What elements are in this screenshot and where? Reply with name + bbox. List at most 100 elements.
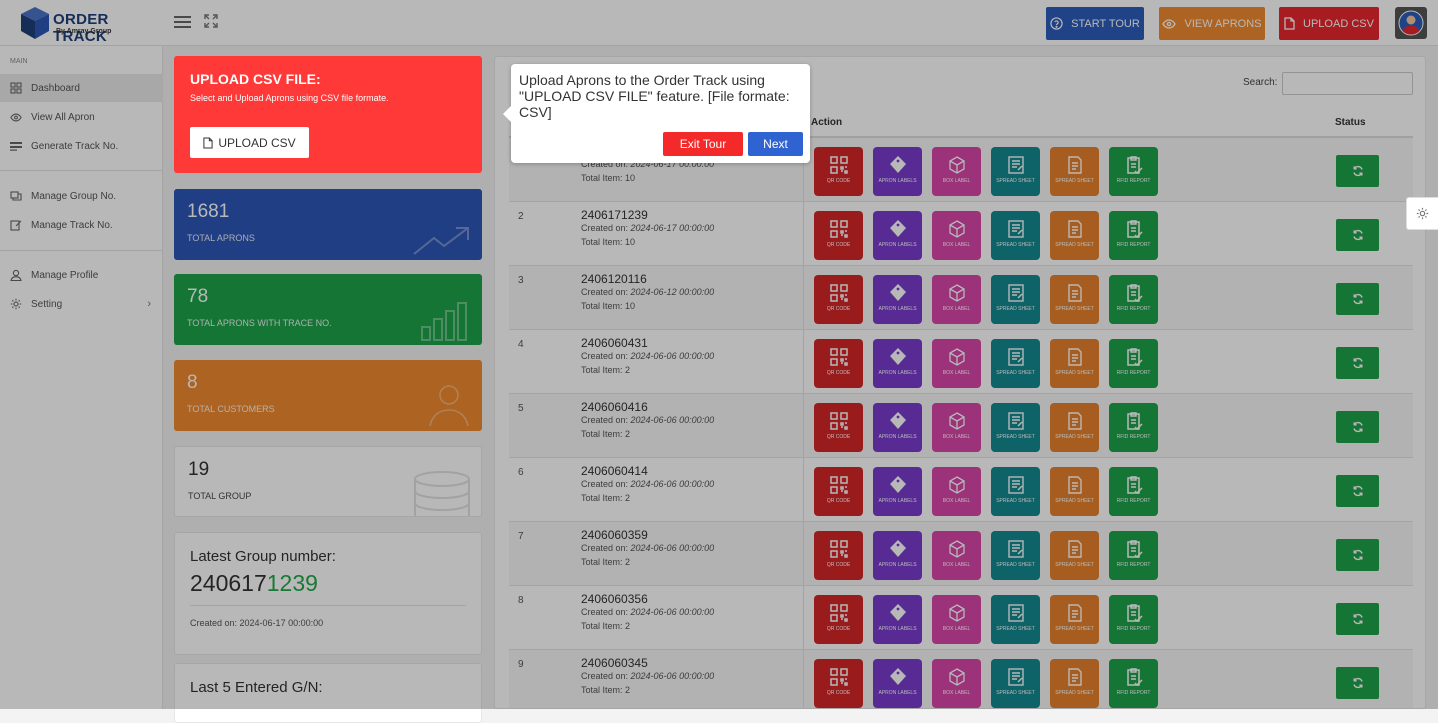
upload-card-button[interactable]: UPLOAD CSV xyxy=(190,127,309,158)
apron-labels-button[interactable]: APRON LABELS xyxy=(873,275,922,324)
box-label-button[interactable]: BOX LABEL xyxy=(932,659,981,708)
apron-labels-button[interactable]: APRON LABELS xyxy=(873,595,922,644)
spread-sheet-button[interactable]: SPREAD SHEET xyxy=(1050,147,1099,196)
user-avatar[interactable] xyxy=(1395,7,1427,39)
brand-logo[interactable]: ORDER TRACK By Amray Group xyxy=(20,6,150,45)
box-label-button[interactable]: BOX LABEL xyxy=(932,595,981,644)
status-refresh-button[interactable] xyxy=(1336,283,1379,315)
status-refresh-button[interactable] xyxy=(1336,155,1379,187)
created-prefix: Created on: xyxy=(581,671,631,681)
rfid-report-button[interactable]: RFID REPORT xyxy=(1109,275,1158,324)
exit-tour-button[interactable]: Exit Tour xyxy=(663,132,743,156)
sidebar-item-manage-track-no[interactable]: Manage Track No. xyxy=(0,211,163,239)
apron-labels-button[interactable]: APRON LABELS xyxy=(873,339,922,388)
qr-code-icon xyxy=(829,220,848,238)
box-label-button[interactable]: BOX LABEL xyxy=(932,147,981,196)
box-label-button[interactable]: BOX LABEL xyxy=(932,403,981,452)
fullscreen-icon[interactable] xyxy=(204,14,218,28)
rfid-report-button[interactable]: RFID REPORT xyxy=(1109,403,1158,452)
rfid-report-button[interactable]: RFID REPORT xyxy=(1109,659,1158,708)
apron-labels-button[interactable]: APRON LABELS xyxy=(873,531,922,580)
upload-csv-button[interactable]: UPLOAD CSV xyxy=(1279,7,1379,40)
stat-card-total-customers: 8 TOTAL CUSTOMERS xyxy=(174,360,482,431)
stat-value: 19 xyxy=(188,459,210,480)
spread-sheet-button[interactable]: SPREAD SHEET xyxy=(991,339,1040,388)
qr-code-button[interactable]: QR CODE xyxy=(814,211,863,260)
status-refresh-button[interactable] xyxy=(1336,411,1379,443)
apron-labels-button[interactable]: APRON LABELS xyxy=(873,403,922,452)
spread-sheet-button[interactable]: SPREAD SHEET xyxy=(991,531,1040,580)
status-refresh-button[interactable] xyxy=(1336,347,1379,379)
refresh-icon xyxy=(1352,549,1363,561)
box-label-button[interactable]: BOX LABEL xyxy=(932,275,981,324)
apron-labels-button[interactable]: APRON LABELS xyxy=(873,467,922,516)
apron-labels-button[interactable]: APRON LABELS xyxy=(873,211,922,260)
rfid-report-button[interactable]: RFID REPORT xyxy=(1109,595,1158,644)
refresh-icon xyxy=(1352,421,1363,433)
status-refresh-button[interactable] xyxy=(1336,219,1379,251)
status-refresh-button[interactable] xyxy=(1336,539,1379,571)
rfid-report-button[interactable]: RFID REPORT xyxy=(1109,467,1158,516)
qr-code-button[interactable]: QR CODE xyxy=(814,339,863,388)
qr-code-button[interactable]: QR CODE xyxy=(814,147,863,196)
spread-sheet-button[interactable]: SPREAD SHEET xyxy=(1050,403,1099,452)
spread-sheet-button[interactable]: SPREAD SHEET xyxy=(1050,339,1099,388)
refresh-icon xyxy=(1352,677,1363,689)
menu-toggle-icon[interactable] xyxy=(174,16,191,28)
spread-sheet-button[interactable]: SPREAD SHEET xyxy=(991,595,1040,644)
qr-code-button[interactable]: QR CODE xyxy=(814,275,863,324)
spread-sheet-button[interactable]: SPREAD SHEET xyxy=(991,147,1040,196)
rfid-report-button[interactable]: RFID REPORT xyxy=(1109,147,1158,196)
qr-code-button[interactable]: QR CODE xyxy=(814,467,863,516)
status-refresh-button[interactable] xyxy=(1336,667,1379,699)
sidebar-item-setting[interactable]: Setting › xyxy=(0,290,163,318)
spread-sheet-button[interactable]: SPREAD SHEET xyxy=(991,467,1040,516)
action-label: SPREAD SHEET xyxy=(996,434,1035,440)
sidebar-item-label: Dashboard xyxy=(31,82,80,94)
apron-labels-button[interactable]: APRON LABELS xyxy=(873,147,922,196)
spread-sheet-button[interactable]: SPREAD SHEET xyxy=(1050,211,1099,260)
settings-gear-icon[interactable] xyxy=(1406,197,1438,230)
spread-sheet-button[interactable]: SPREAD SHEET xyxy=(991,659,1040,708)
action-label: BOX LABEL xyxy=(942,370,971,376)
search-input[interactable] xyxy=(1282,72,1413,95)
box-icon xyxy=(948,668,965,686)
rfid-report-button[interactable]: RFID REPORT xyxy=(1109,531,1158,580)
sidebar-item-manage-profile[interactable]: Manage Profile xyxy=(0,261,163,289)
box-label-button[interactable]: BOX LABEL xyxy=(932,467,981,516)
sidebar-item-view-all-apron[interactable]: View All Apron xyxy=(0,103,163,131)
spread-sheet-button[interactable]: SPREAD SHEET xyxy=(991,403,1040,452)
qr-code-button[interactable]: QR CODE xyxy=(814,531,863,580)
view-aprons-button[interactable]: VIEW APRONS xyxy=(1159,7,1265,40)
box-label-button[interactable]: BOX LABEL xyxy=(932,339,981,388)
box-label-button[interactable]: BOX LABEL xyxy=(932,211,981,260)
action-buttons: QR CODE APRON LABELS BOX LABEL SPREAD SHEET… xyxy=(814,339,1158,388)
sidebar-item-generate-track-no[interactable]: Generate Track No. xyxy=(0,132,163,160)
total-prefix: Total Item: xyxy=(581,557,626,567)
spread-sheet-button[interactable]: SPREAD SHEET xyxy=(1050,659,1099,708)
qr-code-button[interactable]: QR CODE xyxy=(814,595,863,644)
qr-code-button[interactable]: QR CODE xyxy=(814,403,863,452)
row-index: 8 xyxy=(518,595,524,606)
rfid-report-button[interactable]: RFID REPORT xyxy=(1109,339,1158,388)
sidebar-item-dashboard[interactable]: Dashboard xyxy=(0,74,163,102)
start-tour-button[interactable]: START TOUR xyxy=(1046,7,1144,40)
rfid-report-button[interactable]: RFID REPORT xyxy=(1109,211,1158,260)
qr-code-button[interactable]: QR CODE xyxy=(814,659,863,708)
sidebar-divider xyxy=(0,170,163,171)
spread-sheet-button[interactable]: SPREAD SHEET xyxy=(1050,467,1099,516)
qr-code-icon xyxy=(829,412,848,430)
spread-sheet-button[interactable]: SPREAD SHEET xyxy=(1050,595,1099,644)
clipboard-check-icon xyxy=(1126,156,1143,175)
sidebar-item-manage-group-no[interactable]: Manage Group No. xyxy=(0,182,163,210)
status-refresh-button[interactable] xyxy=(1336,603,1379,635)
status-refresh-button[interactable] xyxy=(1336,475,1379,507)
box-label-button[interactable]: BOX LABEL xyxy=(932,531,981,580)
apron-labels-button[interactable]: APRON LABELS xyxy=(873,659,922,708)
action-label: RFID REPORT xyxy=(1116,242,1151,248)
spread-sheet-button[interactable]: SPREAD SHEET xyxy=(991,211,1040,260)
spread-sheet-button[interactable]: SPREAD SHEET xyxy=(991,275,1040,324)
spread-sheet-button[interactable]: SPREAD SHEET xyxy=(1050,531,1099,580)
spread-sheet-button[interactable]: SPREAD SHEET xyxy=(1050,275,1099,324)
next-tour-button[interactable]: Next xyxy=(748,132,803,156)
